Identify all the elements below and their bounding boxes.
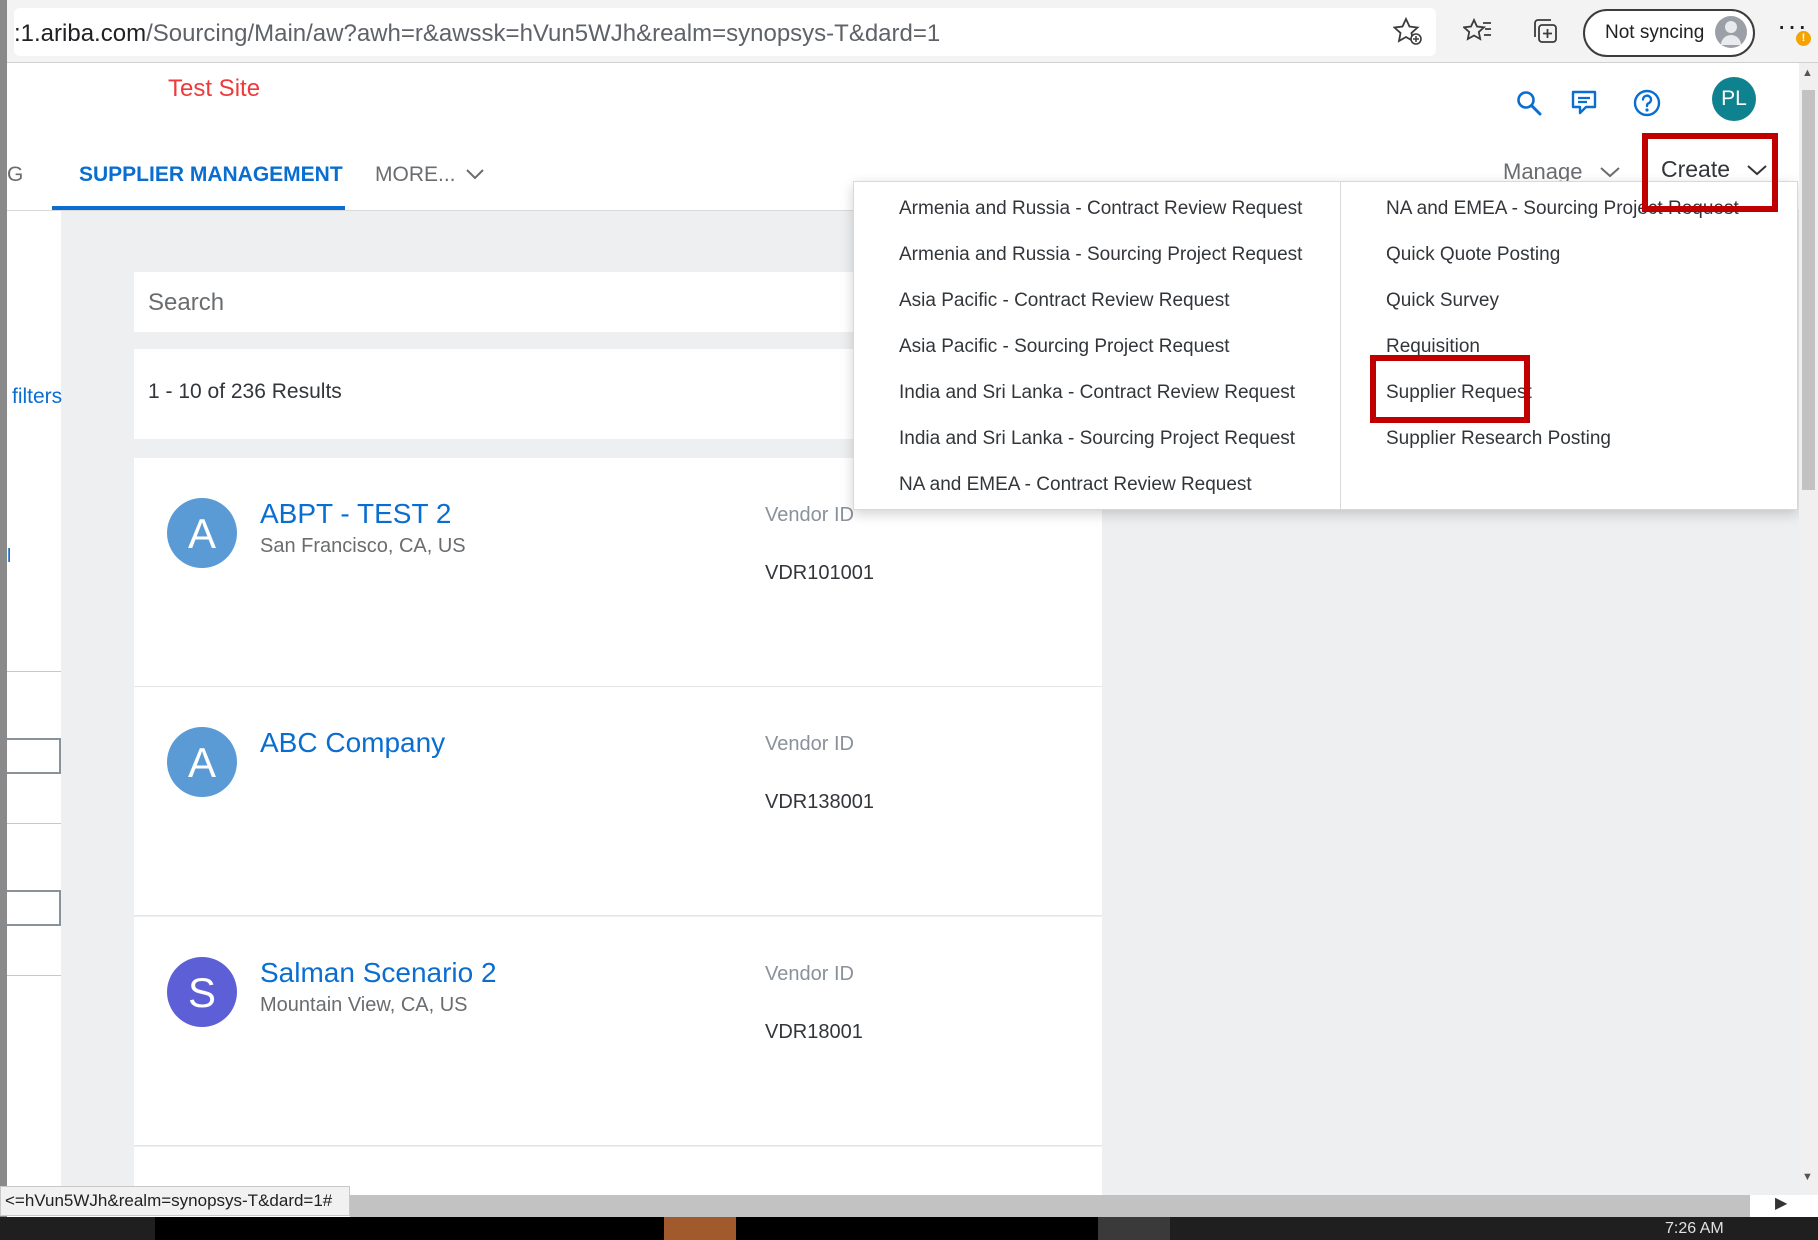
supplier-request-highlight-box <box>1370 355 1530 423</box>
menu-item[interactable]: Asia Pacific - Sourcing Project Request <box>899 336 1230 358</box>
taskbar-app-active[interactable] <box>664 1217 736 1240</box>
warning-badge-icon: ! <box>1796 31 1811 46</box>
supplier-name-link[interactable]: ABC Company <box>260 727 445 759</box>
supplier-card[interactable]: A ABC Company Vendor ID VDR138001 <box>134 687 1102 916</box>
menu-item[interactable]: Supplier Research Posting <box>1386 428 1611 450</box>
supplier-location: San Francisco, CA, US <box>260 535 466 557</box>
filter-input[interactable] <box>7 738 61 774</box>
url-text[interactable]: :1.ariba.com/Sourcing/Main/aw?awh=r&awss… <box>14 20 940 48</box>
taskbar-clock: 7:26 AM <box>1665 1220 1724 1237</box>
window-frame <box>0 0 7 1240</box>
chevron-down-icon <box>466 169 485 180</box>
supplier-name-link[interactable]: Salman Scenario 2 <box>260 957 497 989</box>
tab-more-label: MORE... <box>375 163 456 186</box>
tab-supplier-management[interactable]: SUPPLIER MANAGEMENT <box>79 163 343 187</box>
favorites-icon[interactable] <box>1461 14 1495 48</box>
menu-item[interactable]: Armenia and Russia - Sourcing Project Re… <box>899 244 1302 266</box>
link-status-bar: <=hVun5WJh&realm=synopsys-T&dard=1# <box>0 1186 350 1216</box>
tab-partial[interactable]: G <box>7 163 23 187</box>
menu-item[interactable]: Asia Pacific - Contract Review Request <box>899 290 1230 312</box>
vendor-id-label: Vendor ID <box>765 504 854 526</box>
profile-sync-button[interactable]: Not syncing <box>1583 9 1755 57</box>
filters-link[interactable]: filters <box>12 385 62 409</box>
address-bar[interactable]: :1.ariba.com/Sourcing/Main/aw?awh=r&awss… <box>14 8 1436 56</box>
create-highlight-box <box>1642 133 1778 212</box>
menu-item[interactable]: Armenia and Russia - Contract Review Req… <box>899 198 1302 220</box>
collections-icon[interactable] <box>1528 14 1562 48</box>
menu-item[interactable]: India and Sri Lanka - Sourcing Project R… <box>899 428 1295 450</box>
vendor-id-value: VDR101001 <box>765 562 874 584</box>
sync-label: Not syncing <box>1605 22 1705 43</box>
url-host: :1.ariba.com <box>14 20 147 47</box>
scrollbar-thumb[interactable] <box>1802 90 1815 490</box>
divider <box>7 975 61 976</box>
menu-item[interactable]: NA and EMEA - Contract Review Request <box>899 474 1252 496</box>
supplier-location: Mountain View, CA, US <box>260 994 468 1016</box>
vertical-scrollbar[interactable]: ▲ ▼ <box>1799 63 1818 1195</box>
tab-more[interactable]: MORE... <box>375 163 485 187</box>
vendor-id-label: Vendor ID <box>765 733 854 755</box>
create-menu: Armenia and Russia - Contract Review Req… <box>853 181 1798 510</box>
notifications-icon[interactable] <box>1564 83 1604 123</box>
url-path: /Sourcing/Main/aw?awh=r&awssk=hVun5WJh&r… <box>146 20 941 47</box>
help-icon[interactable] <box>1627 83 1667 123</box>
supplier-card[interactable]: S Salman Scenario 2 Mountain View, CA, U… <box>134 917 1102 1146</box>
supplier-avatar: S <box>167 957 237 1027</box>
supplier-avatar: A <box>167 727 237 797</box>
vendor-id-value: VDR18001 <box>765 1021 863 1043</box>
menu-item[interactable]: Quick Survey <box>1386 290 1499 312</box>
vendor-id-value: VDR138001 <box>765 791 874 813</box>
sidebar-link-partial[interactable]: l <box>7 546 11 568</box>
scroll-up-arrow-icon[interactable]: ▲ <box>1802 67 1813 79</box>
vendor-id-label: Vendor ID <box>765 963 854 985</box>
search-placeholder: Search <box>148 289 225 316</box>
supplier-name-link[interactable]: ABPT - TEST 2 <box>260 498 451 530</box>
divider <box>7 823 61 824</box>
results-count: 1 - 10 of 236 Results <box>148 380 342 403</box>
horizontal-scrollbar[interactable] <box>350 1195 1750 1217</box>
menu-item[interactable]: Quick Quote Posting <box>1386 244 1560 266</box>
filter-sidebar: filters l <box>7 211 62 1195</box>
add-favorite-icon[interactable] <box>1391 14 1425 48</box>
filter-input[interactable] <box>7 890 61 926</box>
taskbar-apps <box>155 1217 1155 1240</box>
menu-item[interactable]: India and Sri Lanka - Contract Review Re… <box>899 382 1295 404</box>
scroll-right-arrow-icon[interactable]: ▶ <box>1775 1193 1787 1213</box>
profile-avatar-icon <box>1715 16 1747 48</box>
test-site-label: Test Site <box>168 75 261 102</box>
create-menu-right-column: NA and EMEA - Sourcing Project Request Q… <box>1340 182 1798 509</box>
taskbar: 7:26 AM <box>0 1217 1818 1240</box>
taskbar-app[interactable] <box>1098 1217 1170 1240</box>
user-avatar[interactable]: PL <box>1712 77 1756 121</box>
supplier-avatar: A <box>167 498 237 568</box>
chevron-down-icon <box>1599 167 1620 178</box>
divider <box>7 671 61 672</box>
search-icon[interactable] <box>1509 83 1549 123</box>
browser-toolbar: :1.ariba.com/Sourcing/Main/aw?awh=r&awss… <box>7 0 1818 63</box>
scroll-down-arrow-icon[interactable]: ▼ <box>1802 1171 1813 1183</box>
